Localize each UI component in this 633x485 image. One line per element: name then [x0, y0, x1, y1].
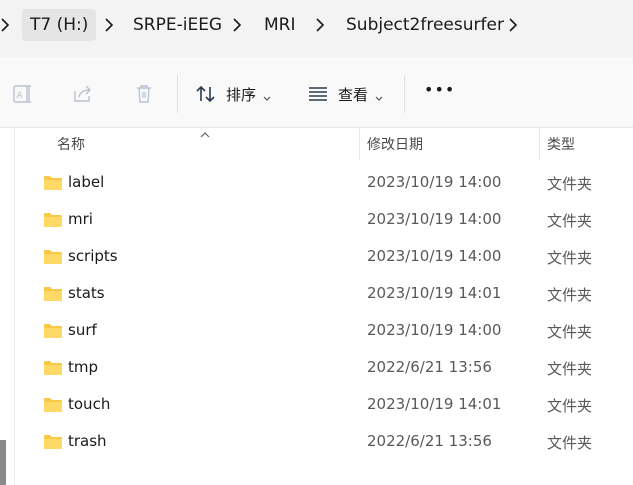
- file-modified: 2023/10/19 14:01: [367, 395, 502, 413]
- sort-ascending-icon: [199, 124, 211, 143]
- file-row[interactable]: mri 2023/10/19 14:00 文件夹: [24, 201, 633, 238]
- folder-icon: [43, 175, 63, 195]
- command-bar: A 排序 查看 •••: [0, 57, 633, 128]
- file-row[interactable]: label 2023/10/19 14:00 文件夹: [24, 164, 633, 201]
- column-type[interactable]: 类型: [547, 134, 575, 154]
- file-type: 文件夹: [547, 397, 593, 415]
- file-name[interactable]: touch: [68, 395, 110, 413]
- folder-icon: [43, 286, 63, 306]
- file-type: 文件夹: [547, 212, 593, 230]
- file-type: 文件夹: [547, 249, 593, 267]
- file-name[interactable]: mri: [68, 210, 93, 228]
- more-options-button[interactable]: •••: [424, 80, 455, 99]
- pane-divider: [14, 128, 15, 485]
- share-icon[interactable]: [72, 83, 94, 109]
- file-name[interactable]: trash: [68, 432, 107, 450]
- sort-icon[interactable]: [195, 83, 217, 109]
- breadcrumb: T7 (H:) SRPE-iEEG MRI Subject2freesurfer: [0, 0, 633, 57]
- rename-icon[interactable]: A: [12, 83, 34, 109]
- column-divider[interactable]: [539, 128, 540, 160]
- file-modified: 2023/10/19 14:00: [367, 247, 502, 265]
- folder-icon: [43, 249, 63, 269]
- file-name[interactable]: surf: [68, 321, 97, 339]
- file-type: 文件夹: [547, 286, 593, 304]
- breadcrumb-drive[interactable]: T7 (H:): [22, 9, 97, 41]
- sort-button[interactable]: 排序: [226, 84, 256, 105]
- folder-icon: [43, 397, 63, 417]
- chevron-right-icon[interactable]: [232, 16, 242, 34]
- file-modified: 2023/10/19 14:00: [367, 173, 502, 191]
- file-row[interactable]: stats 2023/10/19 14:01 文件夹: [24, 275, 633, 312]
- file-type: 文件夹: [547, 175, 593, 193]
- column-name[interactable]: 名称: [57, 134, 85, 154]
- column-header: 名称 修改日期 类型: [0, 128, 633, 160]
- chevron-right-icon[interactable]: [508, 16, 518, 34]
- file-row[interactable]: trash 2022/6/21 13:56 文件夹: [24, 423, 633, 460]
- file-row[interactable]: tmp 2022/6/21 13:56 文件夹: [24, 349, 633, 386]
- view-button[interactable]: 查看: [338, 84, 368, 105]
- breadcrumb-srpe-ieeg[interactable]: SRPE-iEEG: [125, 9, 230, 41]
- file-name[interactable]: stats: [68, 284, 105, 302]
- file-modified: 2023/10/19 14:01: [367, 284, 502, 302]
- file-modified: 2023/10/19 14:00: [367, 321, 502, 339]
- file-modified: 2022/6/21 13:56: [367, 358, 492, 376]
- file-modified: 2023/10/19 14:00: [367, 210, 502, 228]
- toolbar-divider: [404, 75, 405, 113]
- file-modified: 2022/6/21 13:56: [367, 432, 492, 450]
- file-type: 文件夹: [547, 323, 593, 341]
- delete-icon[interactable]: [133, 83, 155, 109]
- chevron-right-icon[interactable]: [104, 16, 114, 34]
- chevron-right-icon[interactable]: [315, 16, 325, 34]
- folder-icon: [43, 434, 63, 454]
- column-divider[interactable]: [359, 128, 360, 160]
- folder-icon: [43, 323, 63, 343]
- folder-icon: [43, 212, 63, 232]
- file-row[interactable]: touch 2023/10/19 14:01 文件夹: [24, 386, 633, 423]
- file-type: 文件夹: [547, 360, 593, 378]
- file-name[interactable]: label: [68, 173, 104, 191]
- file-row[interactable]: surf 2023/10/19 14:00 文件夹: [24, 312, 633, 349]
- file-name[interactable]: scripts: [68, 247, 118, 265]
- breadcrumb-mri[interactable]: MRI: [256, 9, 304, 41]
- chevron-down-icon[interactable]: [262, 88, 272, 107]
- breadcrumb-subject2freesurfer[interactable]: Subject2freesurfer: [338, 9, 512, 41]
- file-row[interactable]: scripts 2023/10/19 14:00 文件夹: [24, 238, 633, 275]
- view-icon[interactable]: [307, 83, 329, 109]
- scrollbar-thumb[interactable]: [0, 440, 6, 485]
- file-type: 文件夹: [547, 434, 593, 452]
- file-name[interactable]: tmp: [68, 358, 98, 376]
- svg-text:A: A: [17, 91, 24, 101]
- toolbar-divider: [177, 75, 178, 113]
- column-modified[interactable]: 修改日期: [367, 134, 423, 154]
- chevron-right-icon[interactable]: [0, 16, 10, 34]
- folder-icon: [43, 360, 63, 380]
- chevron-down-icon[interactable]: [374, 88, 384, 107]
